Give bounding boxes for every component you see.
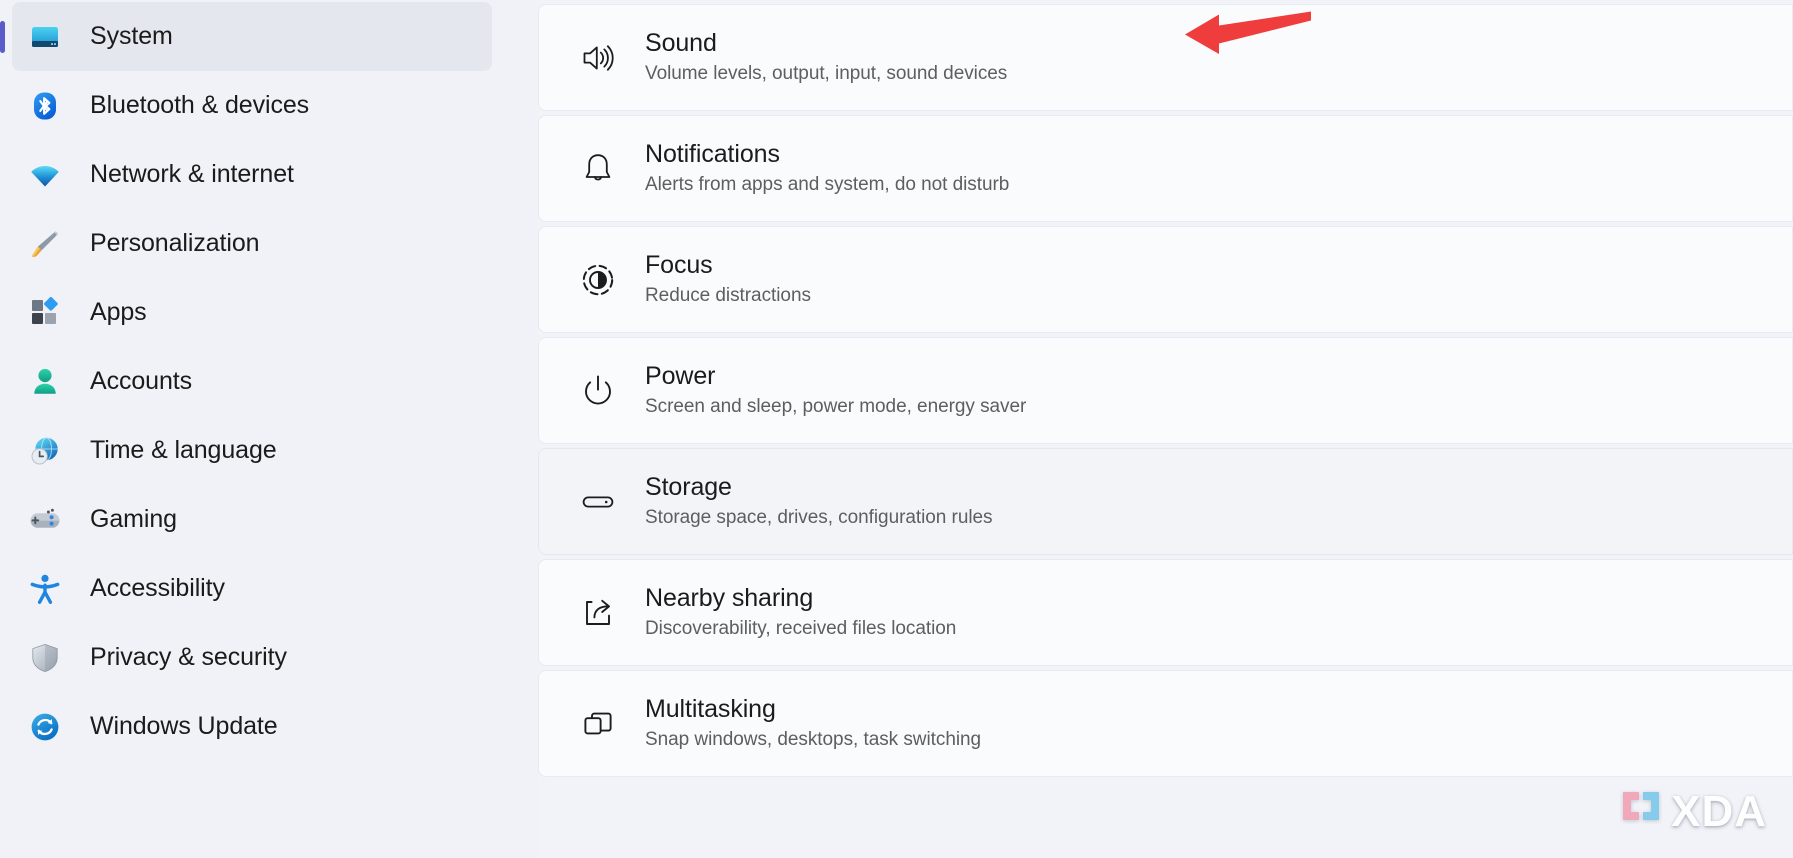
settings-row-title: Notifications xyxy=(645,139,780,168)
sidebar-item-label: Network & internet xyxy=(90,160,294,188)
sidebar-item-network-internet[interactable]: Network & internet xyxy=(12,140,492,209)
sidebar-item-label: Windows Update xyxy=(90,712,278,740)
monitor-icon xyxy=(22,14,68,60)
sidebar-item-personalization[interactable]: Personalization xyxy=(12,209,492,278)
settings-row-subtitle: Volume levels, output, input, sound devi… xyxy=(645,63,1008,85)
person-icon xyxy=(22,359,68,405)
settings-sidebar: System Bluetooth & devices Network & int… xyxy=(0,0,538,858)
sidebar-item-label: Accessibility xyxy=(90,574,225,602)
settings-row-title: Storage xyxy=(645,472,732,501)
gamepad-icon xyxy=(22,497,68,543)
settings-row-subtitle: Discoverability, received files location xyxy=(645,618,957,640)
xda-watermark: XDA xyxy=(1620,788,1767,836)
settings-row-title: Multitasking xyxy=(645,694,776,723)
wifi-icon xyxy=(22,152,68,198)
settings-row-title: Power xyxy=(645,361,716,390)
settings-row-title: Nearby sharing xyxy=(645,583,814,612)
settings-row-text: Sound Volume levels, output, input, soun… xyxy=(645,29,1007,87)
sidebar-item-label: Personalization xyxy=(90,229,260,257)
sidebar-item-accessibility[interactable]: Accessibility xyxy=(12,554,492,623)
share-icon xyxy=(571,593,625,633)
sidebar-item-label: Accounts xyxy=(90,367,193,395)
settings-row-text: Storage Storage space, drives, configura… xyxy=(645,472,993,531)
settings-row-power[interactable]: Power Screen and sleep, power mode, ener… xyxy=(538,337,1793,444)
sidebar-item-label: Privacy & security xyxy=(90,643,287,671)
settings-row-text: Multitasking Snap windows, desktops, tas… xyxy=(645,695,981,753)
globe-clock-icon xyxy=(22,428,68,474)
sidebar-item-label: Bluetooth & devices xyxy=(90,91,310,119)
settings-row-title: Sound xyxy=(645,28,717,57)
settings-row-text: Power Screen and sleep, power mode, ener… xyxy=(645,362,1026,420)
settings-window: System Bluetooth & devices Network & int… xyxy=(0,0,1793,858)
update-refresh-icon xyxy=(22,704,68,750)
shield-icon xyxy=(22,635,68,681)
settings-row-sound[interactable]: Sound Volume levels, output, input, soun… xyxy=(538,4,1793,111)
speaker-icon xyxy=(571,38,625,78)
sidebar-item-accounts[interactable]: Accounts xyxy=(12,347,492,416)
apps-grid-icon xyxy=(22,290,68,336)
settings-row-text: Focus Reduce distractions xyxy=(645,251,811,309)
settings-row-subtitle: Alerts from apps and system, do not dist… xyxy=(645,174,1010,196)
settings-row-subtitle: Snap windows, desktops, task switching xyxy=(645,729,982,751)
sidebar-item-system[interactable]: System xyxy=(12,2,492,71)
xda-speech-bubble-icon xyxy=(1623,792,1660,832)
sidebar-item-apps[interactable]: Apps xyxy=(12,278,492,347)
sidebar-item-windows-update[interactable]: Windows Update xyxy=(12,692,492,761)
settings-row-title: Focus xyxy=(645,250,713,279)
multitasking-icon xyxy=(571,704,625,744)
paintbrush-icon xyxy=(22,221,68,267)
settings-row-subtitle: Screen and sleep, power mode, energy sav… xyxy=(645,396,1027,418)
settings-row-focus[interactable]: Focus Reduce distractions xyxy=(538,226,1793,333)
sidebar-item-label: Apps xyxy=(90,298,147,326)
settings-row-notifications[interactable]: Notifications Alerts from apps and syste… xyxy=(538,115,1793,222)
settings-row-multitasking[interactable]: Multitasking Snap windows, desktops, tas… xyxy=(538,670,1793,777)
power-icon xyxy=(571,371,625,411)
settings-row-nearby-sharing[interactable]: Nearby sharing Discoverability, received… xyxy=(538,559,1793,666)
sidebar-item-gaming[interactable]: Gaming xyxy=(12,485,492,554)
sidebar-item-label: Time & language xyxy=(90,436,277,464)
bell-icon xyxy=(571,149,625,189)
settings-row-text: Nearby sharing Discoverability, received… xyxy=(645,584,956,642)
bluetooth-icon xyxy=(22,83,68,129)
settings-row-subtitle: Storage space, drives, configuration rul… xyxy=(645,507,993,529)
accessibility-icon xyxy=(22,566,68,612)
settings-row-subtitle: Reduce distractions xyxy=(645,285,811,307)
sidebar-item-label: Gaming xyxy=(90,505,177,533)
system-settings-list: Sound Volume levels, output, input, soun… xyxy=(538,0,1793,858)
settings-row-storage[interactable]: Storage Storage space, drives, configura… xyxy=(538,448,1793,555)
sidebar-item-label: System xyxy=(90,22,173,50)
focus-icon xyxy=(571,260,625,300)
settings-row-text: Notifications Alerts from apps and syste… xyxy=(645,140,1009,198)
sidebar-item-bluetooth-devices[interactable]: Bluetooth & devices xyxy=(12,71,492,140)
sidebar-item-privacy-security[interactable]: Privacy & security xyxy=(12,623,492,692)
xda-watermark-text: XDA xyxy=(1671,787,1767,836)
harddrive-icon xyxy=(571,482,625,522)
sidebar-item-time-language[interactable]: Time & language xyxy=(12,416,492,485)
